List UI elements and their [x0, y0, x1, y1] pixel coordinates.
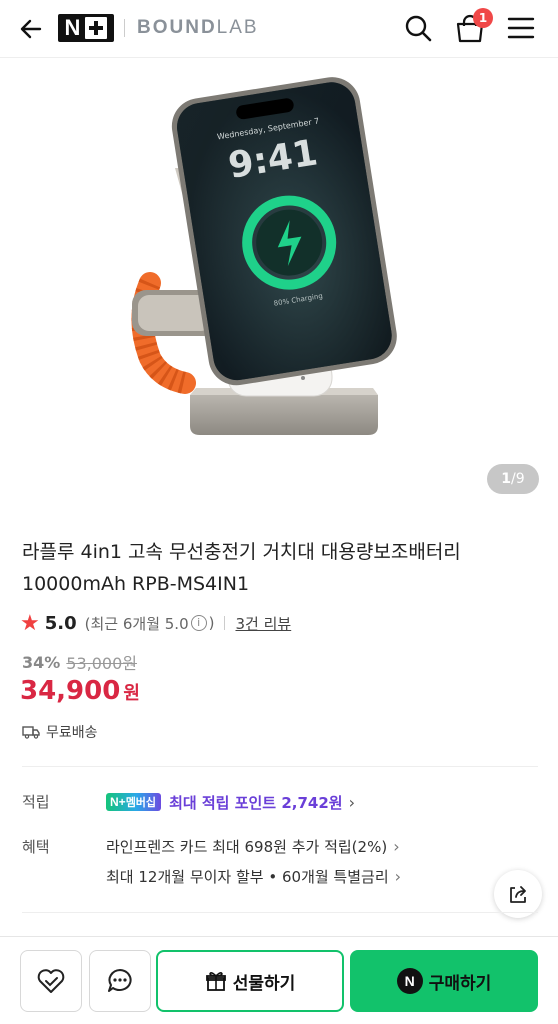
- rating-row: ★ 5.0 (최근 6개월 5.0 i ) 3건 리뷰: [20, 610, 291, 636]
- product-image-gallery[interactable]: Wednesday, September 7 9:41 80% Charging: [0, 58, 558, 508]
- hamburger-menu-icon: [507, 17, 535, 39]
- image-counter-current: 1: [501, 471, 512, 487]
- product-title: 라플루 4in1 고속 무선충전기 거치대 대용량보조배터리 10000mAh …: [22, 541, 461, 595]
- recent-rating-suffix: ): [208, 614, 215, 632]
- like-button[interactable]: [20, 950, 82, 1012]
- rating-score: 5.0: [44, 612, 77, 634]
- shipping-row: 무료배송: [22, 720, 98, 744]
- membership-points-link[interactable]: N+ 멤버십 최대 적립 포인트 2,742원 ›: [106, 790, 355, 814]
- chevron-right-icon: ›: [394, 867, 402, 886]
- info-icon[interactable]: i: [190, 615, 207, 631]
- heart-check-icon: [37, 969, 65, 993]
- nplus-membership-badge: N+ 멤버십: [106, 793, 162, 811]
- original-price: 53,000원: [66, 654, 138, 673]
- discount-rate: 34%: [22, 652, 61, 672]
- store-name[interactable]: BOUNDLAB: [137, 15, 259, 41]
- gift-button[interactable]: 선물하기: [156, 950, 344, 1012]
- share-icon: [510, 886, 526, 903]
- sale-price: 34,900: [20, 676, 121, 706]
- store-name-light: LAB: [216, 17, 259, 38]
- chat-bubble-icon: [108, 969, 132, 992]
- gift-button-label: 선물하기: [232, 973, 296, 994]
- nplus-logo[interactable]: N: [58, 14, 114, 42]
- buy-button[interactable]: N 구매하기: [350, 950, 538, 1012]
- chevron-right-icon: ›: [348, 792, 355, 812]
- product-image: Wednesday, September 7 9:41 80% Charging: [131, 77, 397, 435]
- section-divider: [22, 912, 538, 913]
- recent-rating-prefix: (최근 6개월 5.0: [84, 614, 189, 633]
- section-divider: [22, 766, 538, 767]
- currency-unit: 원: [123, 683, 140, 704]
- membership-badge-plus: N+: [110, 795, 126, 809]
- share-button[interactable]: [494, 870, 542, 918]
- cart-count-badge: 1: [473, 8, 493, 28]
- image-counter-total: 9: [515, 471, 525, 487]
- header-divider: [124, 19, 125, 37]
- installment-benefit-link[interactable]: 최대 12개월 무이자 할부 • 60개월 특별금리 ›: [106, 866, 401, 887]
- truck-icon: [22, 726, 40, 739]
- image-counter: 1/9: [487, 464, 539, 494]
- shipping-text: 무료배송: [46, 725, 98, 741]
- top-header: N BOUNDLAB 1: [0, 0, 558, 58]
- search-icon: [405, 15, 432, 42]
- card-benefit-text: 라인프렌즈 카드 최대 698원 추가 적립(2%): [106, 838, 388, 856]
- buy-button-label: 구매하기: [428, 973, 492, 994]
- discount-row: 34% 53,000원: [22, 650, 137, 674]
- npay-icon: N: [396, 968, 423, 994]
- menu-button[interactable]: [506, 14, 536, 42]
- back-button[interactable]: [14, 12, 48, 46]
- rating-divider: [224, 616, 226, 630]
- nplus-logo-n: N: [64, 15, 81, 40]
- store-name-bold: BOUND: [137, 17, 217, 38]
- chevron-right-icon: ›: [393, 837, 400, 856]
- points-label: 적립: [22, 793, 50, 811]
- installment-benefit-text: 최대 12개월 무이자 할부 • 60개월 특별금리: [106, 868, 389, 886]
- search-button[interactable]: [402, 12, 434, 44]
- membership-badge-text: 멤버십: [125, 796, 157, 809]
- review-link[interactable]: 3건 리뷰: [235, 613, 291, 634]
- talktalk-button[interactable]: [89, 950, 151, 1012]
- arrow-left-icon: [20, 19, 42, 39]
- price-row: 34,900 원: [20, 676, 140, 712]
- plus-icon: [85, 17, 108, 39]
- max-points-text: 최대 적립 포인트 2,742원: [169, 793, 343, 812]
- star-icon: ★: [20, 610, 40, 636]
- gift-icon: [205, 972, 226, 991]
- benefits-label: 혜택: [22, 838, 50, 856]
- card-benefit-link[interactable]: 라인프렌즈 카드 최대 698원 추가 적립(2%) ›: [106, 836, 400, 857]
